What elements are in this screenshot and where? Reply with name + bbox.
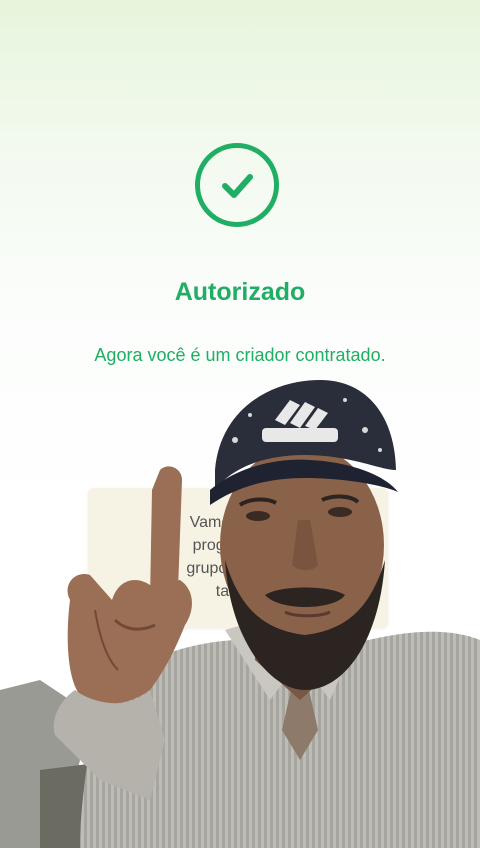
person-video-overlay [0, 380, 480, 848]
authorization-screen: Autorizado Agora você é um criador contr… [0, 0, 480, 848]
